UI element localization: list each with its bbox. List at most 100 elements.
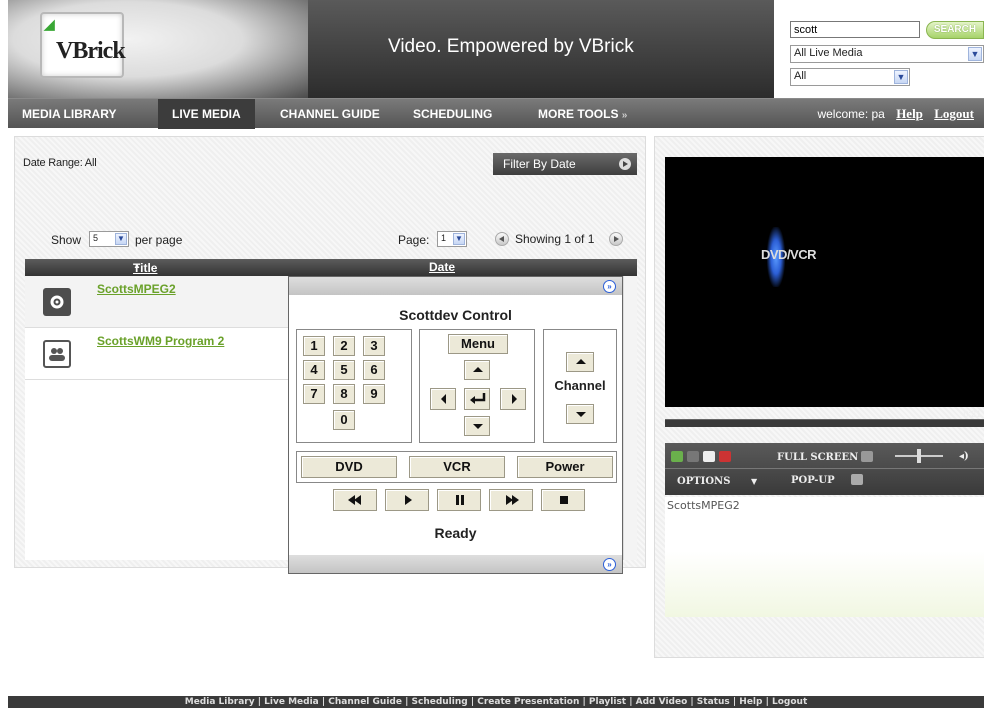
rewind-icon [348,495,361,505]
arrow-down-icon [576,412,586,417]
stop-icon[interactable] [703,451,715,462]
options-dropdown-icon[interactable]: ▼ [751,476,757,486]
key-7[interactable]: 7 [303,384,325,404]
play-icon [405,495,412,505]
media-title-link[interactable]: ScottsWM9 Program 2 [97,334,224,348]
power-button[interactable]: Power [517,456,613,478]
expand-icon[interactable]: » [603,558,616,571]
keypad-group: 1 2 3 4 5 6 7 8 9 0 [296,329,412,443]
scope-filter-select[interactable]: All ▼ [790,68,910,86]
key-1[interactable]: 1 [303,336,325,356]
stop-icon [560,496,568,504]
menu-button[interactable]: Menu [448,334,508,354]
dvd-button[interactable]: DVD [301,456,397,478]
page-value: 1 [441,233,447,243]
key-0[interactable]: 0 [333,410,355,430]
control-status: Ready [434,525,477,541]
fast-forward-icon [506,495,519,505]
page-label: Page: [398,233,430,247]
help-link[interactable]: Help [896,106,923,121]
logo-area: VBrick [8,0,308,98]
nav-channel-guide[interactable]: CHANNEL GUIDE [270,99,390,129]
down-arrow-button[interactable] [464,416,490,436]
chevron-down-icon: ▼ [115,233,127,245]
key-3[interactable]: 3 [363,336,385,356]
vcr-button[interactable]: VCR [409,456,505,478]
record-icon[interactable] [719,451,731,462]
up-arrow-button[interactable] [464,360,490,380]
arrow-up-icon [576,359,586,364]
stop-button[interactable] [541,489,585,511]
next-page-button[interactable] [609,232,623,246]
pager-bar: Show 5 ▼ per page Page: 1 ▼ Showing 1 of… [25,231,637,259]
options-button[interactable]: OPTIONS [677,476,730,487]
pause-button[interactable] [437,489,481,511]
search-input[interactable] [790,21,920,38]
fast-forward-button[interactable] [489,489,533,511]
sort-ascending-icon: ▲ [133,261,141,270]
player-control-bar: FULL SCREEN ◂) OPTIONS ▼ POP-UP [665,443,984,495]
speaker-icon[interactable]: ◂) [959,451,969,462]
play-icon[interactable] [671,451,683,462]
nav-scheduling[interactable]: SCHEDULING [403,99,502,129]
popup-icon [851,474,863,485]
popup-button[interactable]: POP-UP [791,475,835,486]
key-9[interactable]: 9 [363,384,385,404]
table-scrollbar[interactable] [623,276,637,560]
users-icon [43,340,71,368]
nav-more-tools[interactable]: MORE TOOLS » [528,99,637,129]
double-chevron-down-icon: » [621,110,628,121]
play-button[interactable] [385,489,429,511]
channel-group: Channel [543,329,617,443]
volume-slider-handle[interactable] [917,449,921,463]
tagline: Video. Empowered by VBrick [388,36,634,57]
table-header: Title ▲ Date [25,259,637,276]
arrow-right-icon [512,394,517,404]
video-screen-text: DVD/VCR [761,247,817,262]
prev-page-button[interactable] [495,232,509,246]
video-screen[interactable]: DVD/VCR 0:21 [665,157,984,427]
progress-bar[interactable] [665,419,984,427]
filter-by-date-label: Filter By Date [503,157,576,171]
left-arrow-button[interactable] [430,388,456,410]
chevron-down-icon: ▼ [894,70,908,84]
channel-up-button[interactable] [566,352,594,372]
rewind-button[interactable] [333,489,377,511]
per-page-label: per page [135,233,183,247]
nav-more-tools-label: MORE TOOLS [538,107,619,121]
right-arrow-button[interactable] [500,388,526,410]
player-panel: DVD/VCR 0:21 FULL SCREEN ◂) OPTIONS ▼ PO… [654,136,984,658]
expand-icon[interactable]: » [603,280,616,293]
welcome-text: welcome: pa [817,107,885,121]
arrow-left-icon [441,394,446,404]
key-8[interactable]: 8 [333,384,355,404]
popup-top-bar: » [289,277,622,295]
filter-by-date-button[interactable]: Filter By Date [493,153,637,175]
channel-down-button[interactable] [566,404,594,424]
pause-icon[interactable] [687,451,699,462]
key-6[interactable]: 6 [363,360,385,380]
now-playing-title: ScottsMPEG2 [667,499,740,512]
date-column-header[interactable]: Date [429,260,455,274]
media-filter-select[interactable]: All Live Media ▼ [790,45,984,63]
key-5[interactable]: 5 [333,360,355,380]
showing-count: Showing 1 of 1 [515,232,595,246]
search-button[interactable]: SEARCH [926,21,984,39]
footer-links[interactable]: Media Library | Live Media | Channel Gui… [8,696,984,708]
nav-media-library[interactable]: MEDIA LIBRARY [8,99,130,129]
key-2[interactable]: 2 [333,336,355,356]
vbrick-logo[interactable]: VBrick [40,12,126,78]
now-playing-area: ScottsMPEG2 [665,497,984,617]
nav-live-media[interactable]: LIVE MEDIA [158,99,255,129]
enter-button[interactable] [464,388,490,410]
full-screen-button[interactable]: FULL SCREEN [777,452,858,463]
pause-icon [456,495,464,505]
media-title-link[interactable]: ScottsMPEG2 [97,282,176,296]
key-4[interactable]: 4 [303,360,325,380]
per-page-select[interactable]: 5 ▼ [89,231,129,247]
source-group: DVD VCR Power [296,451,617,483]
play-arrow-icon [619,158,631,170]
page-select[interactable]: 1 ▼ [437,231,467,247]
channel-label: Channel [554,378,606,393]
logout-link[interactable]: Logout [934,106,974,121]
